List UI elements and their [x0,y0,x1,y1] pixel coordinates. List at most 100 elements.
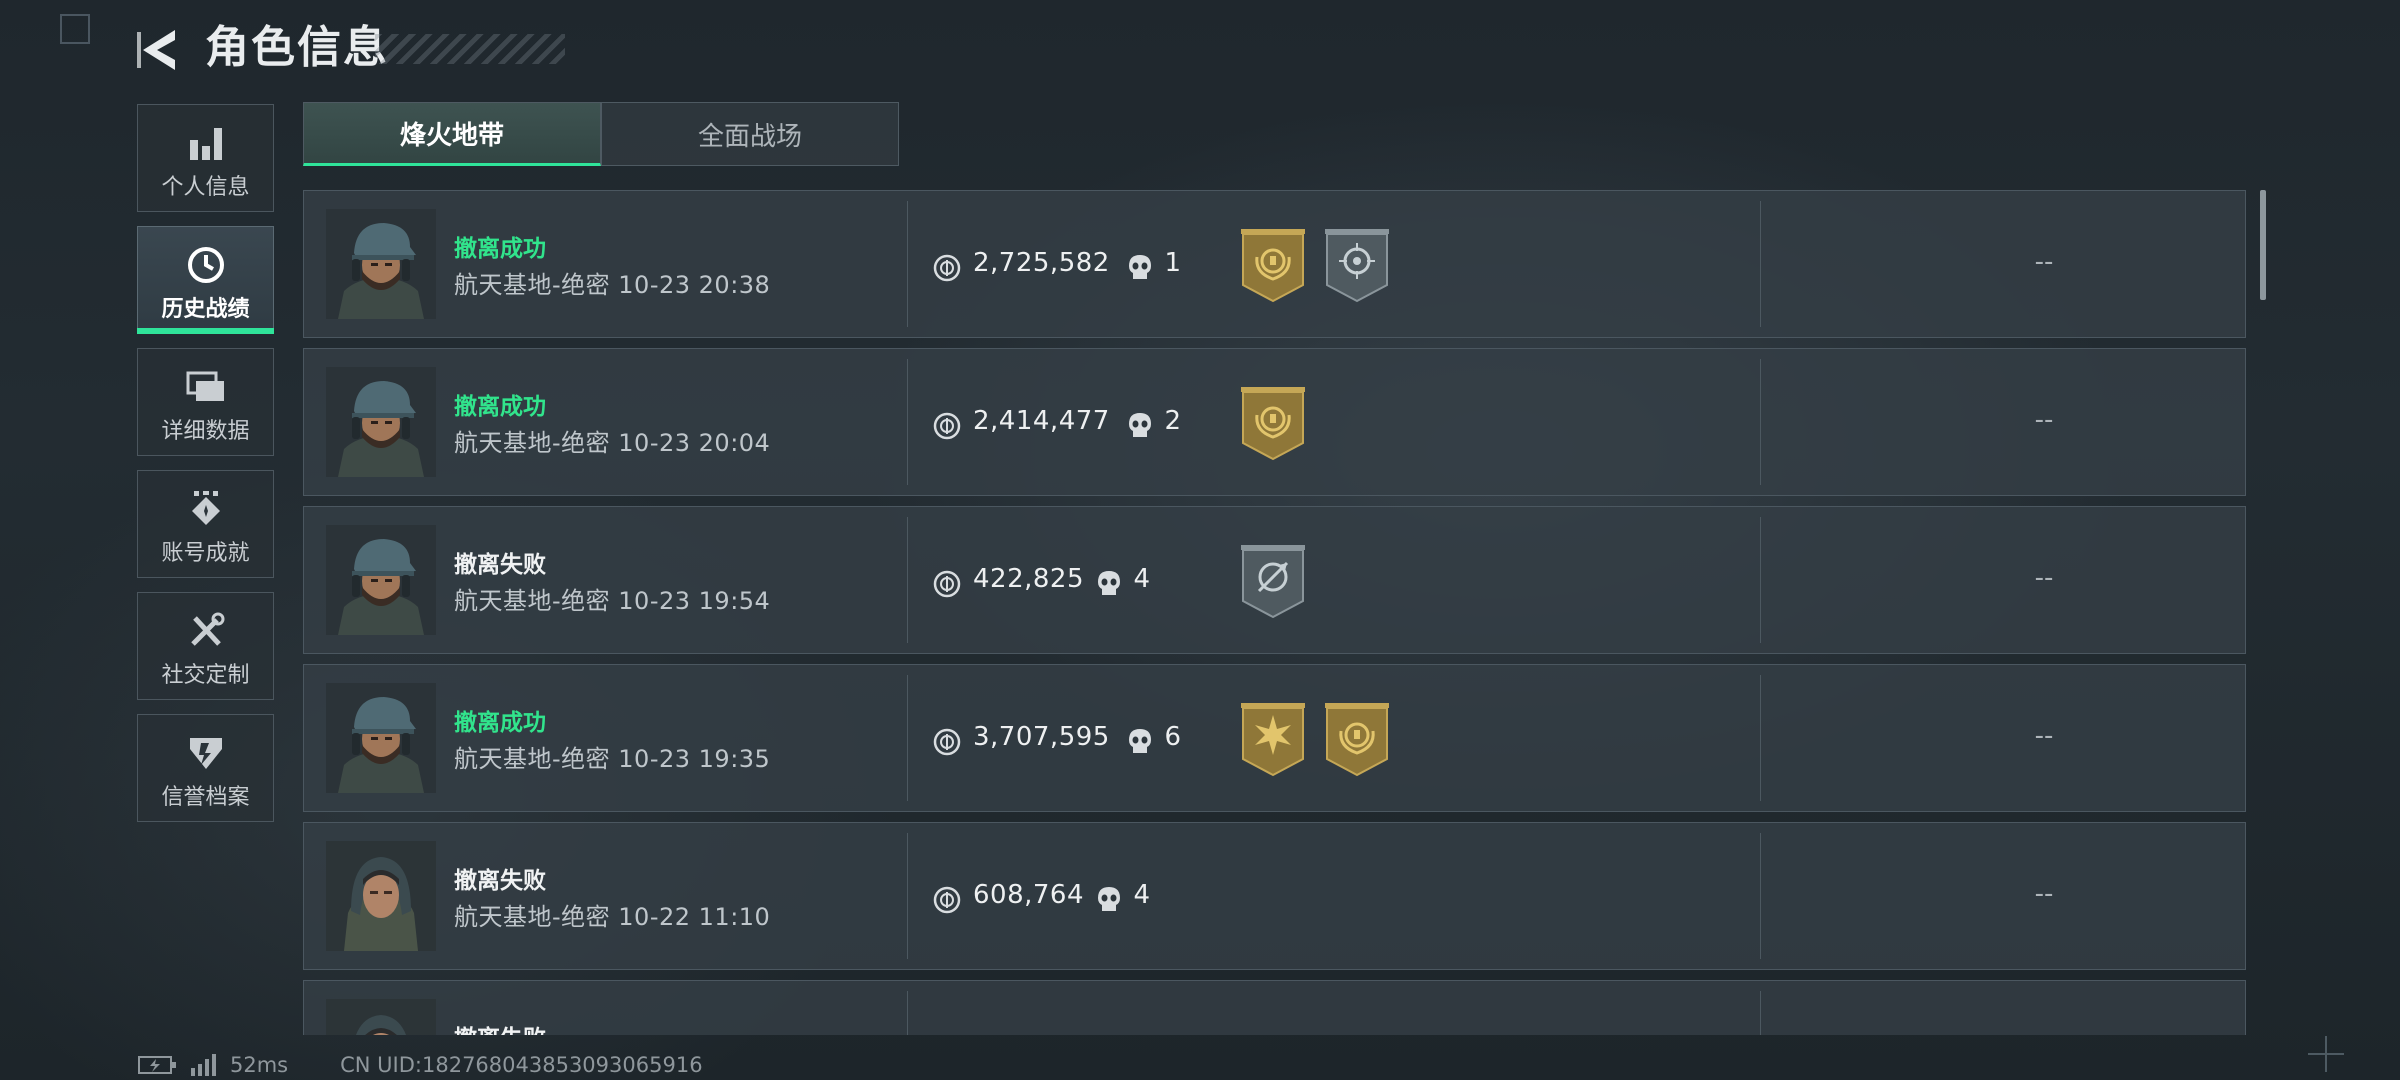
skull-icon [1127,253,1153,281]
rating-value: -- [2034,405,2054,435]
medal-list [1239,385,1307,461]
gold-star-medal-icon[interactable] [1239,701,1307,777]
kill-count: 4 [1133,564,1151,594]
kill-count: 2 [1164,406,1182,436]
scrollbar[interactable] [2260,190,2266,300]
match-record-row[interactable]: 撤离失败航天基地-绝密 10-22 11:10 608,764 4 -- [303,822,2246,970]
operator-portrait [326,841,436,951]
extraction-status: 撤离失败 [454,1019,546,1035]
silver-crosshair-medal-icon[interactable] [1323,227,1391,303]
column-divider [1760,675,1761,801]
match-record-row[interactable]: 撤离成功 航天基地-绝密 10-23 19:35 3,707,595 6 -- [303,664,2246,812]
back-button[interactable] [132,22,182,78]
extraction-status: 撤离成功 [454,394,546,420]
sidebar-item-label: 社交定制 [161,663,250,688]
sidebar-item-personal-info[interactable]: 个人信息 [137,104,274,212]
sidebar-item-achievements[interactable]: 账号成就 [137,470,274,578]
extraction-status: 撤离成功 [454,710,546,736]
operator-portrait [326,525,436,635]
coin-icon [933,570,961,598]
match-history-list: 撤离成功 航天基地-绝密 10-23 20:38 2,725,582 1 -- 撤离成功航… [303,190,2246,1035]
column-divider [1760,201,1761,327]
map-and-time: 航天基地-绝密 10-23 19:35 [454,745,771,773]
tools-icon [186,611,226,651]
medal-list [1239,543,1307,619]
column-divider [1760,991,1761,1035]
skull-icon [1096,569,1122,597]
match-record-row[interactable]: 撤离失败 航天基地-绝密 10-23 19:54 422,825 4 -- [303,506,2246,654]
extraction-value: 3,707,595 [973,722,1110,752]
skull-icon [1127,727,1153,755]
extraction-value: 2,414,477 [973,406,1110,436]
map-and-time: 航天基地-绝密 10-23 19:54 [454,587,771,615]
map-and-time: 航天基地-绝密 10-23 20:04 [454,429,771,457]
ping-text: 52ms [230,1053,289,1077]
coin-icon [933,886,961,914]
tab-full-battlefield[interactable]: 全面战场 [601,102,899,166]
rating-value: -- [2034,879,2054,909]
medal-list [1239,701,1391,777]
match-record-row[interactable]: 撤离失败 [303,980,2246,1035]
extraction-value: 608,764 [973,880,1085,910]
column-divider [907,675,908,801]
coin-icon [933,254,961,282]
gold-laurel-medal-icon[interactable] [1239,385,1307,461]
uid-text: CN UID:182768043853093065916 [340,1053,703,1077]
column-divider [1760,833,1761,959]
operator-portrait [326,367,436,477]
rating-value: -- [2034,721,2054,751]
operator-portrait [326,209,436,319]
rating-value: -- [2034,247,2054,277]
achievement-icon [186,489,226,529]
extraction-value: 2,725,582 [973,248,1110,278]
column-divider [907,517,908,643]
folders-icon [186,367,226,407]
coin-icon [933,728,961,756]
column-divider [907,359,908,485]
coin-icon [933,412,961,440]
gold-laurel-medal-icon[interactable] [1323,701,1391,777]
match-record-row[interactable]: 撤离成功航天基地-绝密 10-23 20:04 2,414,477 2 -- [303,348,2246,496]
rating-value: -- [2034,563,2054,593]
battery-icon [138,1056,176,1074]
status-bar: 52ms CN UID:182768043853093065916 [138,1052,703,1078]
clock-icon [186,245,226,285]
sidebar-item-detailed-data[interactable]: 详细数据 [137,348,274,456]
tab-hazard-zone[interactable]: 烽火地带 [303,102,601,166]
column-divider [907,201,908,327]
sidebar-item-reputation[interactable]: 信誉档案 [137,714,274,822]
mode-tabs: 烽火地带 全面战场 [303,102,899,166]
bar-chart-icon [186,123,226,163]
extraction-status: 撤离成功 [454,236,546,262]
column-divider [1760,359,1761,485]
kill-count: 4 [1133,880,1151,910]
sidebar-item-label: 详细数据 [161,419,250,444]
crosshair-icon [2308,1036,2344,1072]
sidebar-item-history[interactable]: 历史战绩 [137,226,274,334]
kill-count: 1 [1164,248,1182,278]
extraction-status: 撤离失败 [454,868,546,894]
extraction-status: 撤离失败 [454,552,546,578]
corner-square-icon [60,14,90,44]
sidebar-item-social[interactable]: 社交定制 [137,592,274,700]
operator-portrait [326,999,436,1035]
medal-list [1239,227,1391,303]
sidebar-item-label: 信誉档案 [161,785,250,810]
map-and-time: 航天基地-绝密 10-23 20:38 [454,271,771,299]
column-divider [907,991,908,1035]
sidebar-item-label: 历史战绩 [161,297,250,322]
shield-badge-icon [186,733,226,773]
sidebar: 个人信息 历史战绩 详细数据 账号成就 社交定制 信誉档案 [137,104,274,836]
signal-icon [191,1054,216,1076]
skull-icon [1096,885,1122,913]
skull-icon [1127,411,1153,439]
match-record-row[interactable]: 撤离成功航天基地-绝密 10-23 20:38 2,725,582 1 -- [303,190,2246,338]
column-divider [1760,517,1761,643]
silver-target-medal-icon[interactable] [1239,543,1307,619]
column-divider [907,833,908,959]
sidebar-item-label: 个人信息 [161,175,250,200]
back-arrow-icon [137,30,175,70]
gold-laurel-medal-icon[interactable] [1239,227,1307,303]
sidebar-item-label: 账号成就 [161,541,250,566]
map-and-time: 航天基地-绝密 10-22 11:10 [454,903,771,931]
